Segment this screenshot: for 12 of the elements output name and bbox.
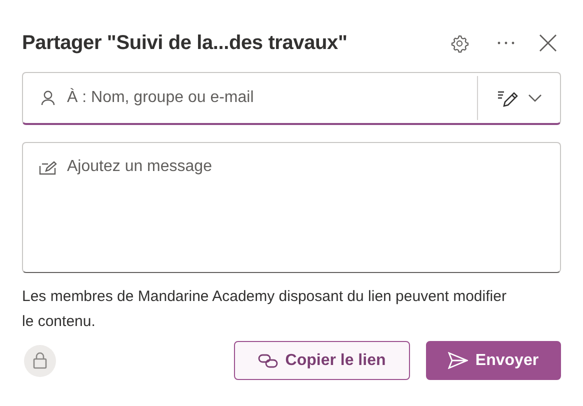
send-button[interactable]: Envoyer: [426, 341, 561, 380]
permission-note: Les membres de Mandarine Academy disposant du lien peuvent modifier le contenu.: [22, 287, 508, 332]
person-icon: [41, 90, 55, 106]
edit-icon: [39, 161, 57, 175]
recipient-field[interactable]: À : Nom, groupe ou e-mail: [22, 72, 561, 125]
copy-link-button[interactable]: Copier le lien: [234, 341, 410, 380]
lock-icon[interactable]: [24, 344, 56, 376]
link-icon: [258, 354, 278, 368]
dialog-title: Partager "Suivi de la...des travaux": [22, 32, 348, 54]
message-field[interactable]: Ajoutez un message: [22, 142, 561, 273]
send-icon: [448, 352, 468, 369]
chevron-down-icon: [528, 94, 542, 102]
